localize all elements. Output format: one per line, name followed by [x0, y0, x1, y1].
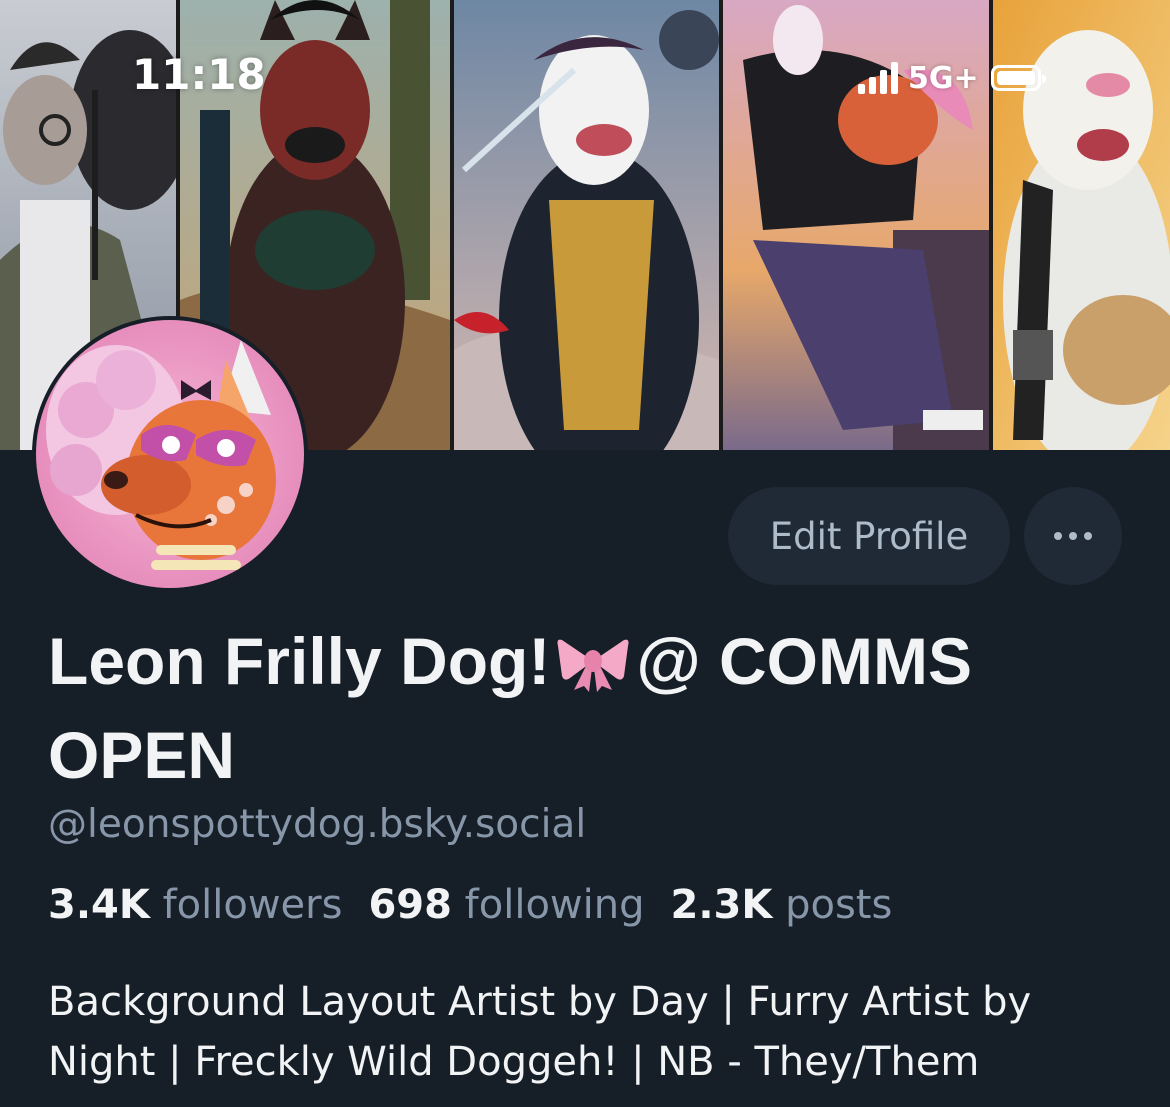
display-name: Leon Frilly Dog! @ COMMS OPEN: [48, 618, 1138, 798]
posts-count: 2.3K: [670, 882, 773, 928]
followers-link[interactable]: 3.4K followers: [48, 882, 342, 928]
avatar[interactable]: [32, 316, 308, 592]
more-options-button[interactable]: [1024, 487, 1122, 585]
status-time: 11:18: [132, 50, 266, 99]
edit-profile-button[interactable]: Edit Profile: [728, 487, 1010, 585]
banner-art-panel-3: [454, 0, 719, 450]
cellular-signal-icon: [858, 62, 898, 94]
network-type: 5G+: [908, 60, 979, 96]
following-label: following: [464, 882, 645, 928]
battery-full-icon: [990, 65, 1046, 91]
posts-stat: 2.3K posts: [671, 882, 893, 928]
following-count: 698: [368, 882, 452, 928]
posts-label: posts: [785, 882, 893, 928]
ribbon-bow-icon: [556, 626, 630, 712]
followers-label: followers: [162, 882, 343, 928]
ellipsis-icon: [1054, 532, 1092, 540]
profile-bio: Background Layout Artist by Day | Furry …: [48, 972, 1138, 1092]
display-name-text: Leon Frilly Dog!: [48, 624, 551, 698]
bio-line: Night | Freckly Wild Doggeh! | NB - They…: [48, 1039, 980, 1085]
followers-count: 3.4K: [48, 882, 150, 928]
following-link[interactable]: 698 following: [368, 882, 644, 928]
profile-stats: 3.4K followers 698 following 2.3K posts: [48, 882, 892, 928]
profile-handle: @leonspottydog.bsky.social: [48, 802, 587, 847]
bio-line: Background Layout Artist by Day | Furry …: [48, 979, 1032, 1025]
avatar-image: [36, 320, 304, 588]
status-indicators: 5G+: [858, 58, 1046, 98]
